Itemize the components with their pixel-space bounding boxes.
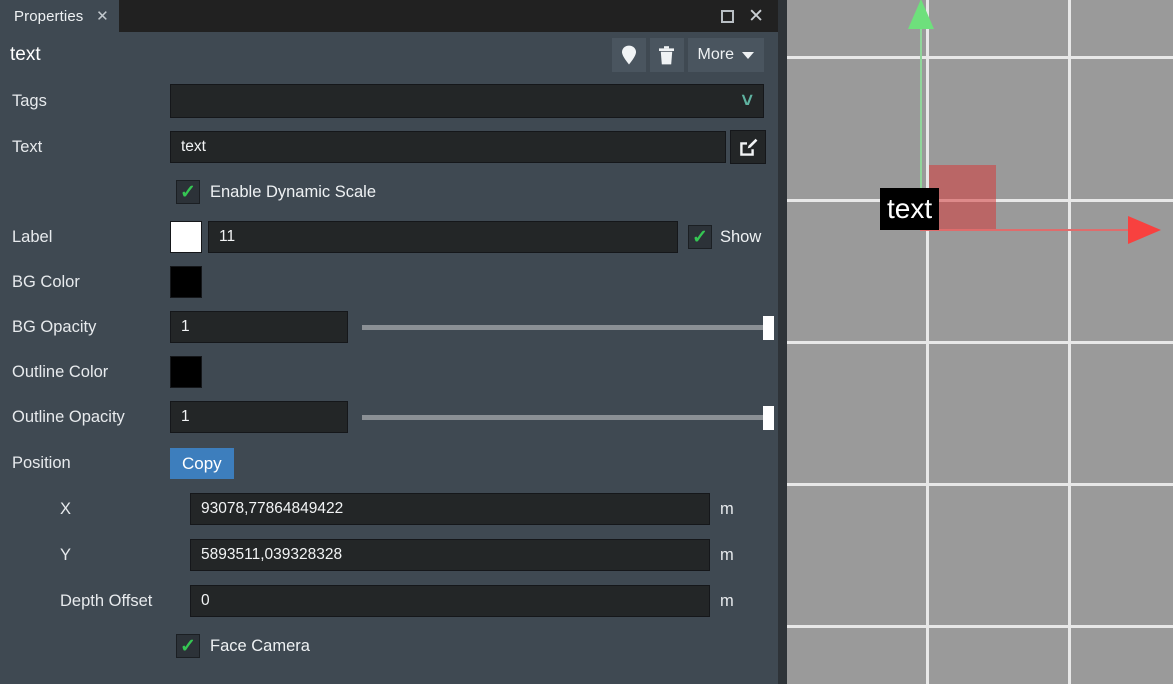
outline-color-label: Outline Color [12,362,109,381]
position-x-unit: m [720,499,734,518]
edit-pencil-icon [739,138,757,156]
label-value-input[interactable]: 11 [208,221,678,253]
text-label: Text [12,137,43,156]
check-icon: ✓ [180,635,196,657]
position-x-label: X [60,499,72,518]
position-x-input[interactable]: 93078,77864849422 [190,493,710,525]
window-controls: ✕ [721,0,778,32]
position-label: Position [12,453,71,472]
more-button[interactable]: More [687,38,764,72]
row-depth-offset: Depth Offset 0 m [0,578,778,624]
map-3d-viewport[interactable]: text [787,0,1173,684]
position-y-unit: m [720,545,734,564]
bg-opacity-slider-thumb[interactable] [763,316,774,340]
row-text: Text text [0,124,778,170]
close-icon[interactable]: ✕ [748,7,764,26]
tags-label: Tags [12,91,47,110]
label-label: Label [12,227,53,246]
depth-offset-input[interactable]: 0 [190,585,710,617]
position-y-input[interactable]: 5893511,039328328 [190,539,710,571]
chevron-down-icon: ˅ [741,90,753,112]
properties-panel: Properties ✕ ✕ text More Tags ˅ Text tex… [0,0,778,684]
depth-offset-unit: m [720,591,734,610]
outline-opacity-label: Outline Opacity [12,407,125,426]
copy-position-button[interactable]: Copy [170,447,234,479]
row-dynamic-scale: ✓ Enable Dynamic Scale [0,170,778,214]
depth-offset-label: Depth Offset [60,591,153,610]
bg-opacity-slider-track [362,325,768,330]
position-y-label: Y [60,545,72,564]
label-show-label: Show [720,227,762,246]
window-titlebar: Properties ✕ ✕ [0,0,778,32]
outline-opacity-slider[interactable] [362,401,774,433]
trash-icon [659,45,675,64]
bg-opacity-label: BG Opacity [12,317,97,336]
outline-opacity-input[interactable]: 1 [170,401,348,433]
titlebar-spacer [119,0,721,32]
dynamic-scale-checkbox[interactable]: ✓ [176,180,200,204]
edit-text-button[interactable] [730,130,766,164]
bg-opacity-input[interactable]: 1 [170,311,348,343]
face-camera-checkbox[interactable]: ✓ [176,634,200,658]
gizmo-x-axis-arrow[interactable] [1128,216,1161,244]
check-icon: ✓ [180,181,196,203]
gridline-horizontal [787,341,1173,344]
label-show-group: ✓ Show [688,225,761,249]
tags-select[interactable]: ˅ [170,84,764,118]
chevron-down-icon [742,51,754,59]
dynamic-scale-label: Enable Dynamic Scale [210,182,376,201]
bg-color-label: BG Color [12,272,80,291]
app-root: Properties ✕ ✕ text More Tags ˅ Text tex… [0,0,1173,684]
outline-opacity-slider-thumb[interactable] [763,406,774,430]
tab-close-icon[interactable]: ✕ [95,9,109,24]
row-position-y: Y 5893511,039328328 m [0,532,778,578]
outline-opacity-slider-track [362,415,768,420]
viewport-text-label[interactable]: text [880,188,940,230]
check-icon: ✓ [692,226,708,248]
delete-button[interactable] [649,38,684,72]
outline-color-swatch[interactable] [170,356,202,388]
bg-color-swatch[interactable] [170,266,202,298]
more-button-label: More [697,46,734,63]
row-tags: Tags ˅ [0,78,778,124]
gridline-horizontal [787,625,1173,628]
map-pin-button[interactable] [611,38,646,72]
tab-properties[interactable]: Properties ✕ [0,0,120,32]
bg-opacity-slider[interactable] [362,311,774,343]
row-outline-color: Outline Color [0,350,778,394]
row-position-x: X 93078,77864849422 m [0,486,778,532]
label-color-swatch[interactable] [170,221,202,253]
maximize-icon[interactable] [721,9,735,23]
gridline-horizontal [787,483,1173,486]
row-bg-opacity: BG Opacity 1 [0,304,778,350]
properties-form: Tags ˅ Text text ✓ Enable Dynamic Scale … [0,78,778,668]
face-camera-label: Face Camera [210,636,310,655]
page-title: text [10,44,41,65]
header-actions: More [611,38,764,72]
gizmo-x-axis-line[interactable] [920,229,1128,231]
row-face-camera: ✓ Face Camera [0,624,778,668]
map-pin-icon [621,45,636,65]
row-bg-color: BG Color [0,260,778,304]
row-outline-opacity: Outline Opacity 1 [0,394,778,440]
tab-properties-label: Properties [14,7,84,25]
panel-header: text More [0,32,778,78]
label-show-checkbox[interactable]: ✓ [688,225,712,249]
gridline-horizontal [787,56,1173,59]
row-label: Label 11 ✓ Show [0,214,778,260]
panel-resize-divider[interactable] [778,0,787,684]
row-position: Position Copy [0,440,778,486]
gizmo-y-axis-arrow[interactable] [908,0,934,29]
text-input[interactable]: text [170,131,726,163]
